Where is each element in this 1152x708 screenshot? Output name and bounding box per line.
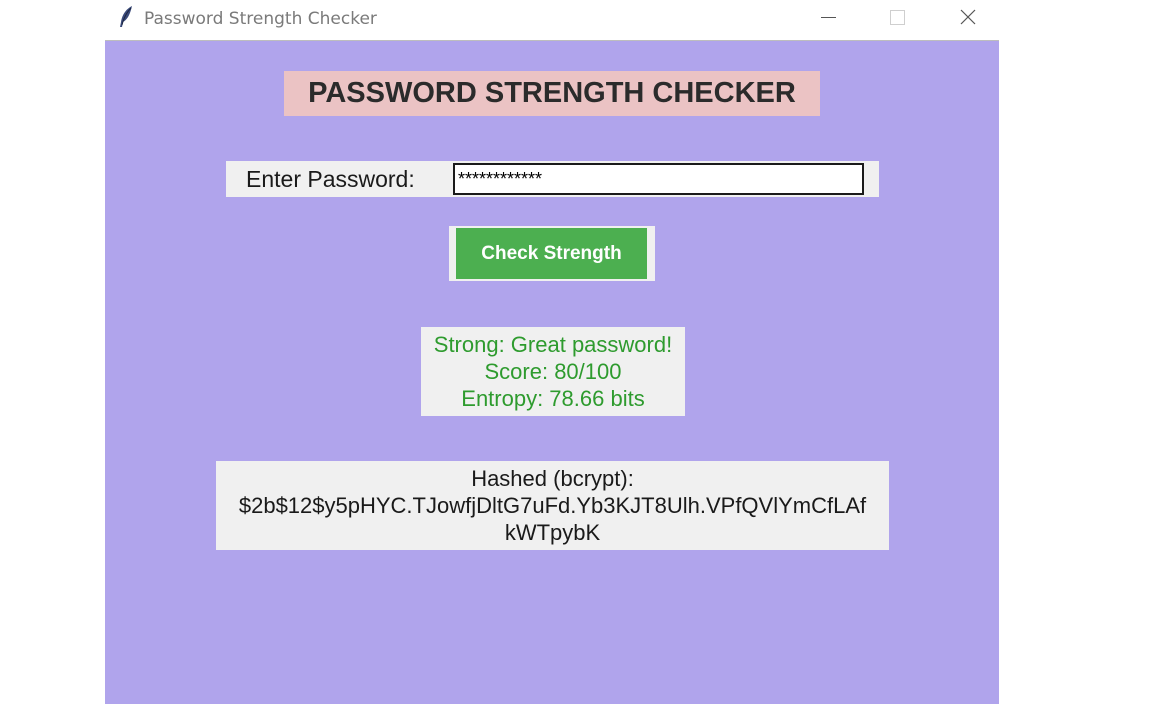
strength-score: Score: 80/100 — [484, 359, 622, 384]
strength-entropy: Entropy: 78.66 bits — [461, 386, 645, 411]
feather-icon — [117, 5, 135, 29]
password-input[interactable] — [453, 163, 864, 195]
password-label: Enter Password: — [246, 166, 415, 192]
hash-line-1: $2b$12$y5pHYC.TJowfjDltG7uFd.Yb3KJT8Ulh.… — [238, 493, 867, 518]
title-bar[interactable]: Password Strength Checker — [105, 0, 999, 41]
close-icon — [960, 9, 976, 25]
window-title: Password Strength Checker — [144, 9, 377, 29]
check-button-frame: Check Strength — [449, 226, 655, 281]
minimize-button[interactable] — [805, 0, 851, 36]
maximize-button[interactable] — [875, 0, 921, 36]
close-button[interactable] — [945, 0, 991, 36]
hash-line-2: kWTpybK — [504, 520, 601, 545]
strength-result: Strong: Great password! Score: 80/100 En… — [421, 327, 685, 416]
minimize-icon — [821, 17, 836, 18]
page-title: PASSWORD STRENGTH CHECKER — [284, 71, 820, 116]
maximize-icon — [890, 10, 905, 25]
main-content: PASSWORD STRENGTH CHECKER Enter Password… — [105, 41, 999, 704]
hash-output: Hashed (bcrypt): $2b$12$y5pHYC.TJowfjDlt… — [216, 461, 889, 550]
strength-verdict: Strong: Great password! — [433, 332, 673, 357]
password-row: Enter Password: — [226, 161, 879, 197]
hash-label: Hashed (bcrypt): — [471, 466, 634, 491]
app-window: Password Strength Checker PASSWORD STREN… — [105, 0, 999, 704]
check-strength-button[interactable]: Check Strength — [456, 228, 647, 279]
